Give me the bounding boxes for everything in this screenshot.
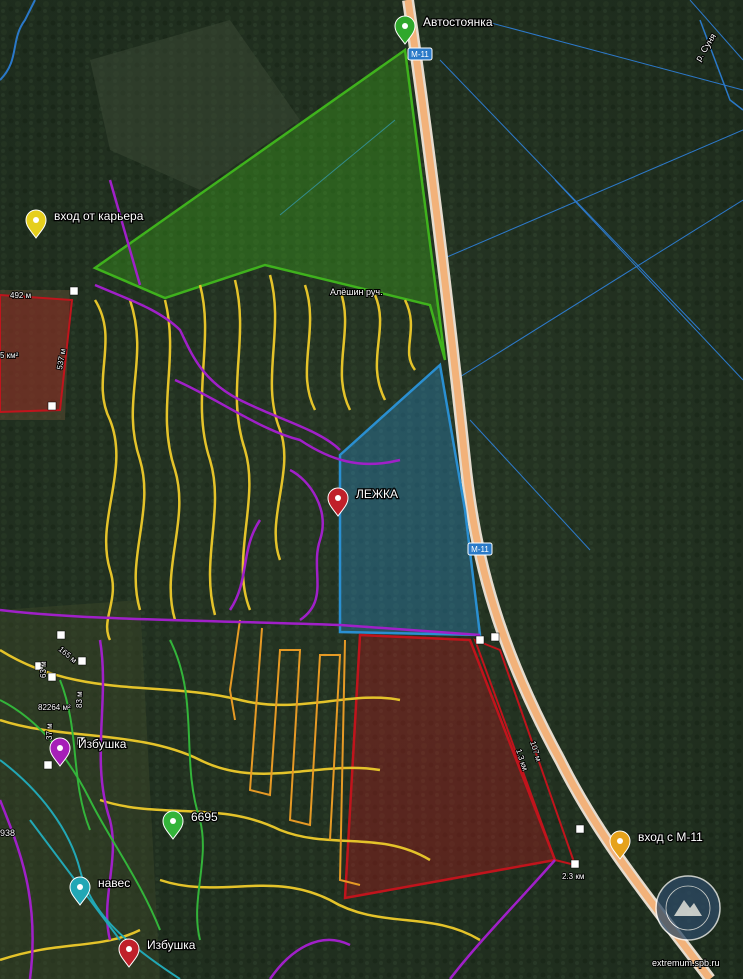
measure-2-3km: 2.3 км [562,872,584,881]
measure-5km2: 5 км² [0,351,19,360]
map-canvas[interactable]: M-11 M-11 р. Суня Алёшин руч. 492 м 537 … [0,0,743,979]
measure-37: 37 м [45,723,54,740]
svg-text:M-11: M-11 [471,545,489,554]
stream-label: Алёшин руч. [330,287,383,297]
svg-text:M-11: M-11 [411,50,429,59]
svg-text:ЛЕЖКА: ЛЕЖКА [356,487,398,501]
watermark-text: extremum.spb.ru [652,958,720,968]
measure-492: 492 м [10,291,31,300]
measure-938: 938 [0,828,15,838]
road-shield-top: M-11 [407,47,433,61]
svg-text:6695: 6695 [191,810,218,824]
road-shield-mid: M-11 [467,542,493,556]
measure-82264: 82264 м² [38,703,71,712]
measure-83: 83 м [75,691,84,708]
watermark-logo [655,875,721,941]
svg-text:Избушка: Избушка [78,737,127,751]
svg-text:вход с М-11: вход с М-11 [638,830,703,844]
svg-text:вход от карьера: вход от карьера [54,209,144,223]
svg-text:Избушка: Избушка [147,938,196,952]
svg-text:Автостоянка: Автостоянка [423,15,493,29]
svg-text:навес: навес [98,876,130,890]
measure-63: 63 м [39,661,48,678]
